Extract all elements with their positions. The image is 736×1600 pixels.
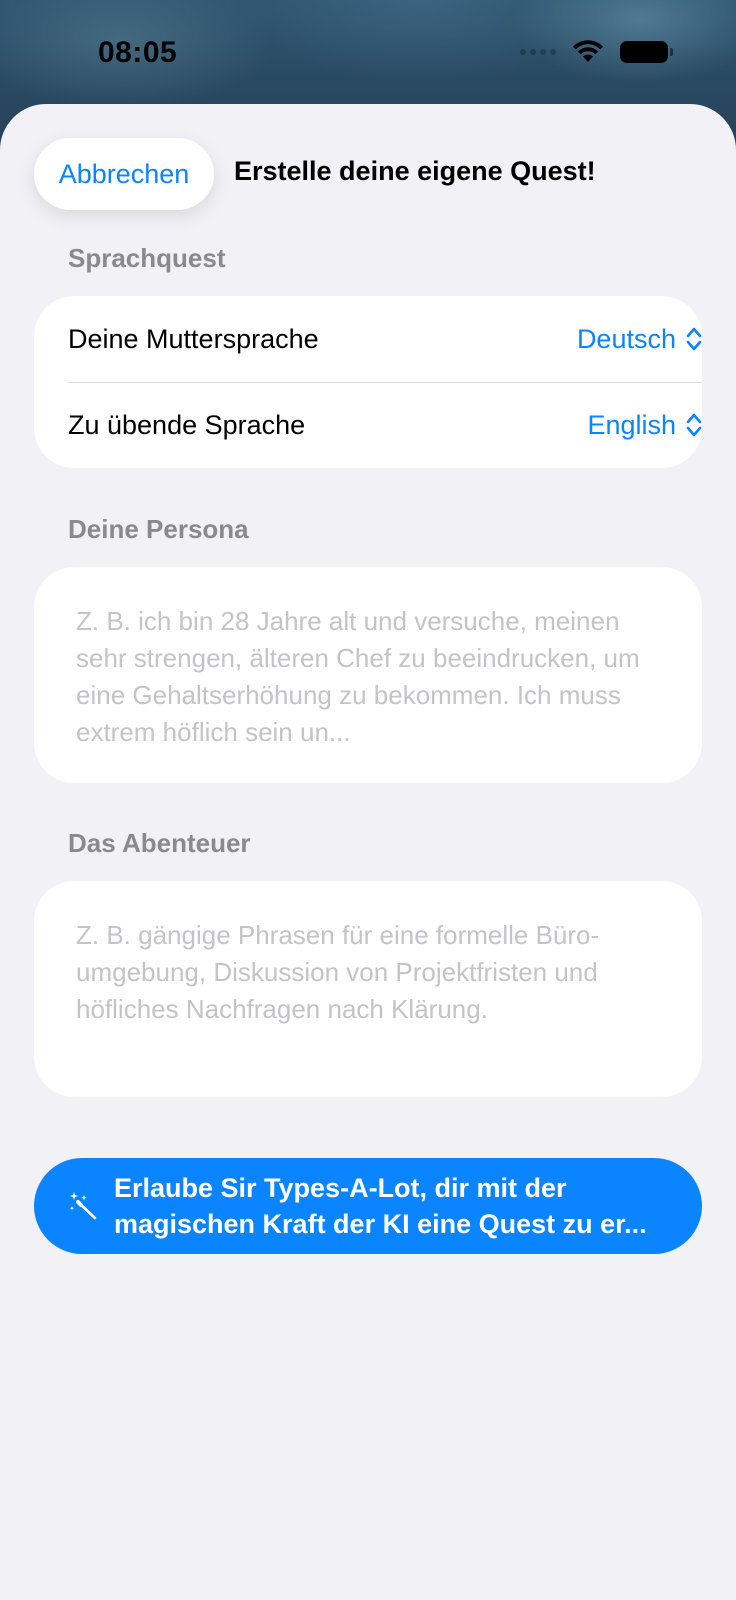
chevron-up-down-icon xyxy=(686,327,702,351)
target-language-label: Zu übende Sprache xyxy=(68,409,306,440)
native-language-value: Deutsch xyxy=(576,323,676,354)
generate-quest-label-line1: Erlaube Sir Types-A-Lot, dir mit der xyxy=(114,1173,567,1203)
section-header-adventure: Das Abenteuer xyxy=(68,828,251,858)
cellular-signal-icon xyxy=(520,49,556,55)
target-language-value: English xyxy=(587,409,676,440)
adventure-text-field[interactable]: Z. B. gängige Phrasen für eine formelle … xyxy=(76,917,672,1065)
target-language-picker[interactable]: English xyxy=(587,410,702,441)
native-language-picker[interactable]: Deutsch xyxy=(577,324,702,355)
generate-quest-label-line2: magischen Kraft der KI eine Quest zu er.… xyxy=(114,1209,647,1239)
status-time: 08:05 xyxy=(98,36,178,69)
generate-quest-label: Erlaube Sir Types-A-Lot, dir mit der mag… xyxy=(114,1170,674,1242)
battery-icon xyxy=(620,41,673,63)
sheet-title: Erstelle deine eigene Quest! xyxy=(234,156,596,186)
native-language-label: Deine Muttersprache xyxy=(68,323,319,354)
sheet-nav-bar: Abbrechen Erstelle deine eigene Quest! xyxy=(0,104,736,212)
status-bar: 08:05 xyxy=(0,0,736,104)
native-language-row[interactable]: Deine Muttersprache Deutsch xyxy=(68,296,702,382)
target-language-row[interactable]: Zu übende Sprache English xyxy=(68,382,702,468)
section-header-language: Sprachquest xyxy=(68,243,226,273)
generate-quest-ai-button[interactable]: Erlaube Sir Types-A-Lot, dir mit der mag… xyxy=(34,1158,702,1254)
adventure-input-card[interactable]: Z. B. gängige Phrasen für eine formelle … xyxy=(34,881,702,1097)
cancel-button[interactable]: Abbrechen xyxy=(34,138,214,210)
section-header-persona: Deine Persona xyxy=(68,514,249,544)
chevron-up-down-icon xyxy=(686,413,702,437)
language-card: Deine Muttersprache Deutsch Zu übende Sp… xyxy=(34,296,702,468)
status-icons xyxy=(520,40,673,64)
persona-text-field[interactable]: Z. B. ich bin 28 Jahre alt und versuche,… xyxy=(76,603,672,751)
magic-wand-icon xyxy=(69,1192,97,1220)
persona-input-card[interactable]: Z. B. ich bin 28 Jahre alt und versuche,… xyxy=(34,567,702,783)
wifi-icon xyxy=(573,40,603,62)
create-quest-sheet: Abbrechen Erstelle deine eigene Quest! S… xyxy=(0,104,736,1600)
